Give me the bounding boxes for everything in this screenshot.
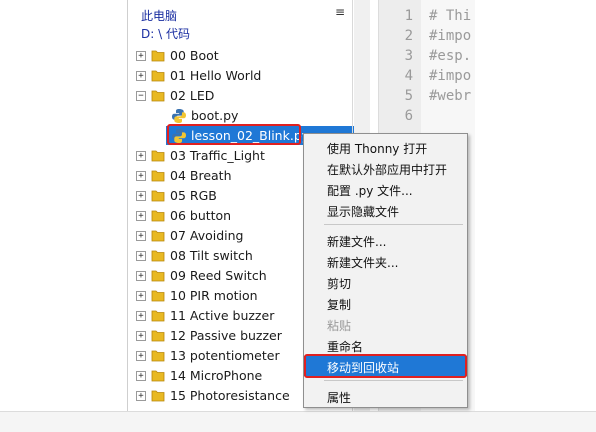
- folder-label: 11 Active buzzer: [170, 308, 275, 323]
- folder-icon: [151, 370, 165, 382]
- folder-label: 02 LED: [170, 88, 215, 103]
- folder-icon: [151, 290, 165, 302]
- folder-label: 10 PIR motion: [170, 288, 258, 303]
- folder-icon: [151, 250, 165, 262]
- expand-icon[interactable]: +: [136, 151, 146, 161]
- folder-icon: [151, 330, 165, 342]
- bottom-band: [0, 411, 596, 432]
- folder-icon: [151, 350, 165, 362]
- menu-separator: [324, 224, 463, 225]
- line-number: 2: [404, 28, 413, 44]
- menu-open-with-thonny[interactable]: 使用 Thonny 打开: [304, 137, 467, 157]
- menu-rename[interactable]: 重命名: [304, 335, 467, 355]
- menu-item-label: 剪切: [327, 277, 352, 291]
- expand-icon[interactable]: +: [136, 251, 146, 261]
- line-number: 1: [404, 8, 413, 24]
- panel-menu-icon[interactable]: ≡: [335, 5, 345, 19]
- folder-label: 05 RGB: [170, 188, 217, 203]
- expand-icon[interactable]: +: [136, 371, 146, 381]
- menu-item-label: 粘贴: [327, 319, 352, 333]
- folder-label: 15 Photoresistance: [170, 388, 290, 403]
- annotation-outline: [304, 354, 467, 378]
- menu-paste: 粘贴: [304, 314, 467, 334]
- menu-copy[interactable]: 复制: [304, 293, 467, 313]
- folder-icon: [151, 50, 165, 62]
- file-label: boot.py: [191, 108, 239, 123]
- menu-item-label: 新建文件...: [327, 235, 387, 249]
- folder-label: 07 Avoiding: [170, 228, 244, 243]
- folder-icon: [151, 170, 165, 182]
- menu-item-label: 配置 .py 文件...: [327, 184, 413, 198]
- folder-row[interactable]: + 01 Hello World: [132, 66, 362, 86]
- folder-label: 03 Traffic_Light: [170, 148, 265, 163]
- expand-icon[interactable]: +: [136, 271, 146, 281]
- code-line: #impo: [429, 68, 472, 84]
- folder-icon: [151, 390, 165, 402]
- folder-label: 00 Boot: [170, 48, 219, 63]
- folder-row[interactable]: − 02 LED: [132, 86, 362, 106]
- annotation-outline: [167, 124, 301, 145]
- code-line: # Thi: [429, 8, 472, 24]
- expand-icon[interactable]: +: [136, 291, 146, 301]
- menu-new-file[interactable]: 新建文件...: [304, 230, 467, 250]
- folder-icon: [151, 190, 165, 202]
- folder-open-icon: [151, 90, 165, 102]
- expand-icon[interactable]: +: [136, 51, 146, 61]
- folder-label: 14 MicroPhone: [170, 368, 263, 383]
- menu-configure-py[interactable]: 配置 .py 文件...: [304, 179, 467, 199]
- folder-label: 09 Reed Switch: [170, 268, 267, 283]
- expand-icon[interactable]: +: [136, 391, 146, 401]
- expand-icon[interactable]: +: [136, 231, 146, 241]
- line-number: 3: [404, 48, 413, 64]
- folder-label: 08 Tilt switch: [170, 248, 253, 263]
- menu-show-hidden[interactable]: 显示隐藏文件: [304, 200, 467, 220]
- line-number: 6: [404, 108, 413, 124]
- code-line: #webr: [429, 88, 472, 104]
- menu-new-folder[interactable]: 新建文件夹...: [304, 251, 467, 271]
- menu-separator: [324, 380, 463, 381]
- line-number: 5: [404, 88, 413, 104]
- menu-item-label: 使用 Thonny 打开: [327, 142, 428, 156]
- menu-item-label: 属性: [327, 391, 352, 405]
- menu-item-label: 新建文件夹...: [327, 256, 399, 270]
- menu-item-label: 重命名: [327, 340, 364, 354]
- location-title[interactable]: 此电脑: [141, 7, 177, 24]
- folder-icon: [151, 150, 165, 162]
- folder-icon: [151, 310, 165, 322]
- expand-icon[interactable]: +: [136, 351, 146, 361]
- folder-row[interactable]: + 00 Boot: [132, 46, 362, 66]
- menu-open-external[interactable]: 在默认外部应用中打开: [304, 158, 467, 178]
- expand-icon[interactable]: +: [136, 311, 146, 321]
- expand-icon[interactable]: +: [136, 191, 146, 201]
- folder-label: 01 Hello World: [170, 68, 262, 83]
- menu-move-to-trash[interactable]: 移动到回收站: [304, 354, 467, 378]
- folder-label: 13 potentiometer: [170, 348, 280, 363]
- menu-properties[interactable]: 属性: [304, 386, 467, 406]
- expand-icon[interactable]: +: [136, 171, 146, 181]
- folder-icon: [151, 230, 165, 242]
- collapse-icon[interactable]: −: [136, 91, 146, 101]
- context-menu: 使用 Thonny 打开 在默认外部应用中打开 配置 .py 文件... 显示隐…: [303, 133, 468, 408]
- window-edge: [127, 0, 128, 411]
- menu-item-label: 在默认外部应用中打开: [327, 163, 448, 177]
- folder-label: 04 Breath: [170, 168, 232, 183]
- python-file-icon: [172, 109, 186, 123]
- menu-item-label: 显示隐藏文件: [327, 205, 400, 219]
- expand-icon[interactable]: +: [136, 71, 146, 81]
- folder-icon: [151, 210, 165, 222]
- folder-icon: [151, 270, 165, 282]
- folder-label: 06 button: [170, 208, 232, 223]
- code-line: #esp.: [429, 48, 472, 64]
- menu-cut[interactable]: 剪切: [304, 272, 467, 292]
- folder-label: 12 Passive buzzer: [170, 328, 282, 343]
- menu-item-label: 复制: [327, 298, 352, 312]
- line-number: 4: [404, 68, 413, 84]
- file-row[interactable]: boot.py: [132, 106, 362, 126]
- location-path[interactable]: D: \ 代码: [141, 25, 190, 42]
- expand-icon[interactable]: +: [136, 331, 146, 341]
- folder-icon: [151, 70, 165, 82]
- expand-icon[interactable]: +: [136, 211, 146, 221]
- code-line: #impo: [429, 28, 472, 44]
